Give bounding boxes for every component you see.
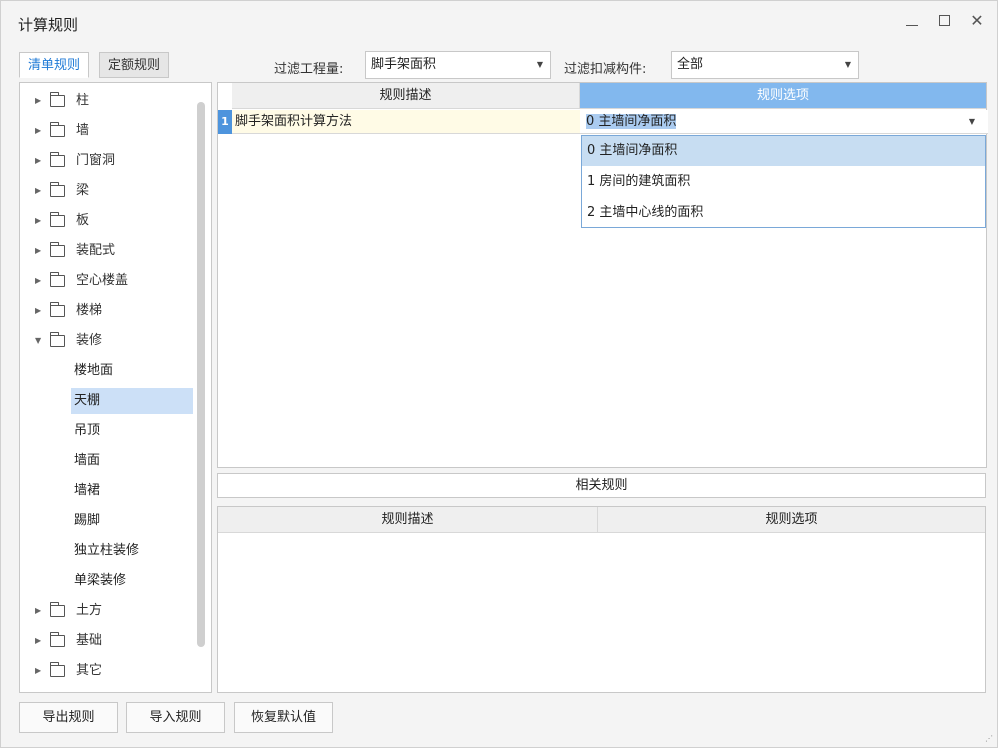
folder-icon	[50, 182, 65, 197]
tree-item-label: 梁	[76, 183, 90, 198]
column-header-option: 规则选项	[580, 83, 986, 109]
rule-description-cell: 脚手架面积计算方法	[232, 110, 580, 134]
dropdown-option[interactable]: 0 主墙间净面积	[582, 136, 985, 166]
caret-right-icon[interactable]: ▶	[35, 178, 41, 204]
minimize-button[interactable]	[900, 9, 924, 33]
tree-item-label: 装配式	[76, 243, 116, 258]
tree-child-suspended-ceiling[interactable]: 吊顶	[71, 418, 193, 444]
tree-item-label: 墙	[76, 123, 90, 138]
component-tree: ▶ 柱 ▶ 墙 ▶ 门窗洞 ▶ 梁 ▶ 板 ▶ 装配式 ▶ 空心楼盖 ▶ 楼梯 …	[19, 82, 212, 693]
tree-child-column-finish[interactable]: 独立柱装修	[71, 538, 193, 564]
tree-item-other[interactable]: ▶ 其它	[20, 658, 195, 684]
rules-dialog: 计算规则 ✕ 清单规则 定额规则 过滤工程量: 脚手架面积 ▼ 过滤扣减构件: …	[0, 0, 998, 748]
related-rules-grid: 规则描述 规则选项	[217, 506, 986, 693]
tree-item-label: 门窗洞	[76, 153, 116, 168]
rule-option-dropdown: 0 主墙间净面积 1 房间的建筑面积 2 主墙中心线的面积	[581, 135, 986, 228]
tree-item-earthwork[interactable]: ▶ 土方	[20, 598, 195, 624]
related-rules-title: 相关规则	[217, 473, 986, 498]
caret-right-icon[interactable]: ▶	[35, 118, 41, 144]
folder-icon	[50, 302, 65, 317]
related-column-header-description: 规则描述	[218, 507, 598, 533]
folder-icon	[50, 602, 65, 617]
dropdown-option[interactable]: 2 主墙中心线的面积	[582, 198, 985, 228]
folder-icon	[50, 92, 65, 107]
tree-item-label: 柱	[76, 93, 90, 108]
tree-item-label: 板	[76, 213, 90, 228]
folder-icon	[50, 242, 65, 257]
row-number: 1	[218, 110, 232, 134]
caret-right-icon[interactable]: ▶	[35, 88, 41, 114]
caret-down-icon[interactable]: ▼	[35, 328, 41, 354]
restore-defaults-button[interactable]: 恢复默认值	[234, 702, 333, 733]
caret-right-icon[interactable]: ▶	[35, 208, 41, 234]
folder-icon	[50, 152, 65, 167]
tree-scrollbar[interactable]	[197, 102, 205, 647]
chevron-down-icon: ▼	[536, 60, 543, 69]
maximize-icon	[938, 15, 950, 26]
tree-child-wall-surface[interactable]: 墙面	[71, 448, 193, 474]
caret-right-icon[interactable]: ▶	[35, 238, 41, 264]
tab-quota-rules[interactable]: 定额规则	[99, 52, 170, 78]
dialog-title: 计算规则	[18, 16, 79, 34]
folder-icon	[50, 662, 65, 677]
filter-quantity-value: 脚手架面积	[371, 57, 437, 72]
folder-icon	[50, 632, 65, 647]
tree-child-floor[interactable]: 楼地面	[71, 358, 193, 384]
caret-right-icon[interactable]: ▶	[35, 598, 41, 624]
tree-item-beam[interactable]: ▶ 梁	[20, 178, 195, 204]
tree-item-foundation[interactable]: ▶ 基础	[20, 628, 195, 654]
folder-icon	[50, 122, 65, 137]
close-button[interactable]: ✕	[965, 9, 989, 33]
filter-deduct-label: 过滤扣减构件:	[564, 62, 647, 77]
rule-option-value: 0 主墙间净面积	[586, 114, 677, 129]
tree-item-label: 楼梯	[76, 303, 103, 318]
tree-item-stairs[interactable]: ▶ 楼梯	[20, 298, 195, 324]
filter-quantity-label: 过滤工程量:	[274, 62, 344, 77]
folder-icon	[50, 272, 65, 287]
tree-child-beam-finish[interactable]: 单梁装修	[71, 568, 193, 594]
filter-quantity-select[interactable]: 脚手架面积 ▼	[365, 51, 551, 79]
close-icon: ✕	[970, 11, 984, 30]
filter-deduct-value: 全部	[677, 57, 704, 72]
resize-grip-icon[interactable]: ⋰	[985, 734, 993, 743]
dropdown-option[interactable]: 1 房间的建筑面积	[582, 167, 985, 197]
export-rules-button[interactable]: 导出规则	[19, 702, 118, 733]
maximize-button[interactable]	[932, 9, 956, 33]
filter-deduct-select[interactable]: 全部 ▼	[671, 51, 859, 79]
chevron-down-icon: ▼	[844, 60, 851, 69]
caret-right-icon[interactable]: ▶	[35, 628, 41, 654]
tree-child-skirting[interactable]: 踢脚	[71, 508, 193, 534]
tree-child-ceiling[interactable]: 天棚	[71, 388, 193, 414]
minimize-icon	[906, 25, 918, 26]
tree-item-column[interactable]: ▶ 柱	[20, 88, 195, 114]
caret-right-icon[interactable]: ▶	[35, 268, 41, 294]
tree-item-hollow-floor[interactable]: ▶ 空心楼盖	[20, 268, 195, 294]
caret-right-icon[interactable]: ▶	[35, 658, 41, 684]
tree-item-label: 装修	[76, 333, 103, 348]
tree-item-openings[interactable]: ▶ 门窗洞	[20, 148, 195, 174]
tree-item-wall[interactable]: ▶ 墙	[20, 118, 195, 144]
folder-icon	[50, 212, 65, 227]
tree-item-label: 其它	[76, 663, 103, 678]
folder-icon	[50, 332, 65, 347]
caret-right-icon[interactable]: ▶	[35, 148, 41, 174]
caret-right-icon[interactable]: ▶	[35, 298, 41, 324]
chevron-down-icon: ▼	[968, 117, 975, 126]
tree-item-prefab[interactable]: ▶ 装配式	[20, 238, 195, 264]
tree-item-label: 土方	[76, 603, 103, 618]
tree-item-slab[interactable]: ▶ 板	[20, 208, 195, 234]
tab-bill-rules[interactable]: 清单规则	[19, 52, 90, 78]
column-header-description: 规则描述	[232, 83, 580, 109]
tree-item-label: 基础	[76, 633, 103, 648]
related-column-header-option: 规则选项	[598, 507, 985, 533]
tree-child-dado[interactable]: 墙裙	[71, 478, 193, 504]
tree-item-label: 空心楼盖	[76, 273, 129, 288]
tree-item-decoration[interactable]: ▼ 装修	[20, 328, 195, 354]
rule-option-combobox[interactable]: 0 主墙间净面积 ▼	[580, 110, 988, 134]
import-rules-button[interactable]: 导入规则	[126, 702, 225, 733]
